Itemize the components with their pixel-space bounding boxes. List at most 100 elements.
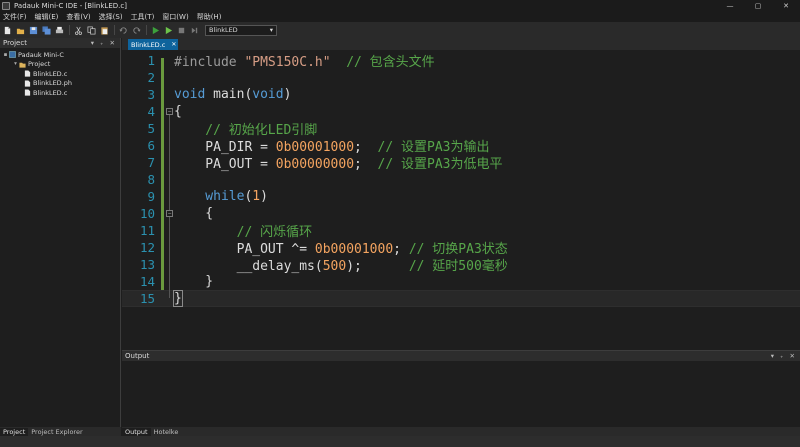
tab-hotelke[interactable]: Hotelke (151, 428, 182, 436)
code-token: ); (346, 259, 409, 274)
code-line[interactable]: 13 __delay_ms(500); // 延时500毫秒 (122, 256, 800, 274)
code-editor[interactable]: 1 #include "PMS150C.h" // 包含头文件 2 3 void mai… (122, 50, 800, 349)
menu-select[interactable]: 选择(S) (99, 12, 123, 22)
code-line[interactable]: 9 while(1) (122, 188, 800, 205)
output-panel: Output ▾ ₊ ✕ (122, 350, 800, 427)
tree-item-file[interactable]: BlinkLED.c (0, 69, 120, 79)
code-token: void (252, 87, 284, 102)
code-line[interactable]: 12 PA_OUT ^= 0b00001000; // 切换PA3状态 (122, 239, 800, 257)
menu-file[interactable]: 文件(F) (3, 12, 27, 22)
code-line[interactable]: 4{ (122, 103, 800, 120)
editor-tab-blinkled[interactable]: BlinkLED.c ✕ (128, 39, 178, 50)
undo-icon[interactable] (119, 26, 128, 35)
toolbar-separator (69, 25, 70, 35)
code-text: } (174, 274, 213, 289)
minimize-button[interactable]: — (716, 0, 744, 11)
code-line[interactable]: 1 #include "PMS150C.h" // 包含头文件 (122, 51, 800, 70)
panel-pin-close-icons[interactable]: ▾ ₊ ✕ (771, 352, 797, 360)
toolbar-separator (114, 25, 115, 35)
tab-project[interactable]: Project (0, 427, 29, 436)
tab-output[interactable]: Output (122, 427, 151, 436)
close-icon[interactable]: ✕ (171, 41, 176, 48)
run-icon[interactable] (164, 26, 173, 35)
project-panel-title: Project (3, 39, 27, 47)
output-panel-tabs: Output Hotelke (122, 427, 800, 436)
code-token: 0b00000000 (275, 157, 355, 172)
tree-item-label: BlinkLED.ph (33, 79, 72, 88)
window-title: Padauk Mini-C IDE - [BlinkLED.c] (14, 1, 127, 10)
fold-toggle-icon[interactable]: − (166, 210, 173, 217)
build-icon[interactable] (151, 26, 160, 35)
print-icon[interactable] (55, 26, 64, 35)
code-text: { (174, 206, 213, 221)
project-panel: Project ▾ ₊ ✕ ▪ Padauk Mini-C ▾ Project … (0, 38, 121, 427)
chevron-down-icon: ▾ (269, 26, 273, 34)
open-folder-icon[interactable] (16, 26, 25, 35)
code-token: ) (283, 87, 292, 102)
line-number: 9 (147, 189, 155, 204)
code-line[interactable]: 8 (122, 171, 800, 188)
code-text: #include "PMS150C.h" // 包含头文件 (174, 51, 435, 70)
code-token: ; (354, 157, 378, 172)
code-token: PA_OUT = (174, 157, 276, 172)
c-file-icon (24, 89, 31, 96)
code-token: } (174, 274, 214, 289)
maximize-button[interactable]: ▢ (744, 0, 772, 11)
fold-guide-line (169, 217, 170, 281)
code-token: "PMS150C.h" (244, 55, 331, 70)
code-line[interactable]: 15} (122, 290, 800, 307)
menu-edit[interactable]: 编辑(E) (35, 12, 59, 22)
output-panel-title: Output (125, 352, 150, 360)
line-number: 7 (147, 155, 155, 170)
code-token: ) (260, 189, 268, 204)
fold-toggle-icon[interactable]: − (166, 108, 173, 115)
step-icon[interactable] (190, 26, 199, 35)
line-number: 11 (139, 223, 155, 238)
menu-view[interactable]: 查看(V) (66, 12, 90, 22)
stop-icon[interactable] (177, 26, 186, 35)
line-number: 2 (147, 70, 155, 85)
code-line[interactable]: 6 PA_DIR = 0b00001000; // 设置PA3为输出 (122, 137, 800, 155)
tree-item-file[interactable]: BlinkLED.c (0, 88, 120, 98)
code-token: 1 (252, 189, 261, 204)
code-line[interactable]: 3 void main(void) (122, 86, 800, 103)
save-all-icon[interactable] (42, 25, 51, 35)
code-line[interactable]: 14 } (122, 273, 800, 290)
new-file-icon[interactable] (3, 26, 12, 35)
code-line[interactable]: 7 PA_OUT = 0b00000000; // 设置PA3为低电平 (122, 154, 800, 172)
window-controls: — ▢ ✕ (716, 0, 800, 11)
code-line[interactable]: 10 { (122, 205, 800, 222)
menu-help[interactable]: 帮助(H) (197, 12, 222, 22)
toolbar: BlinkLED ▾ (0, 22, 800, 38)
tree-item-label: BlinkLED.c (33, 88, 68, 97)
cut-icon[interactable] (74, 26, 83, 35)
menu-tools[interactable]: 工具(T) (131, 12, 155, 22)
save-icon[interactable] (29, 26, 38, 35)
menu-bar: 文件(F) 编辑(E) 查看(V) 选择(S) 工具(T) 窗口(W) 帮助(H… (0, 11, 800, 22)
code-line[interactable]: 11 // 闪烁循环 (122, 222, 800, 240)
build-target-select[interactable]: BlinkLED ▾ (205, 24, 277, 36)
line-number: 8 (147, 172, 155, 187)
tree-item-root[interactable]: ▪ Padauk Mini-C (0, 50, 120, 60)
code-line[interactable]: 2 (122, 69, 800, 86)
header-file-icon (24, 80, 31, 87)
redo-icon[interactable] (132, 26, 141, 35)
menu-window[interactable]: 窗口(W) (162, 12, 188, 22)
tab-project-explorer[interactable]: Project Explorer (28, 428, 85, 436)
panel-pin-close-icons[interactable]: ▾ ₊ ✕ (91, 39, 117, 47)
line-number: 15 (139, 291, 155, 306)
expander-icon[interactable]: ▪ (2, 52, 9, 58)
code-line[interactable]: 5 // 初始化LED引脚 (122, 120, 800, 138)
c-file-icon (24, 70, 31, 77)
project-tree: ▪ Padauk Mini-C ▾ Project BlinkLED.c Bli… (0, 48, 120, 98)
expander-icon[interactable]: ▾ (12, 61, 19, 67)
paste-icon[interactable] (100, 26, 109, 35)
tree-item-project[interactable]: ▾ Project (0, 60, 120, 70)
tree-item-file[interactable]: BlinkLED.ph (0, 79, 120, 89)
close-button[interactable]: ✕ (772, 0, 800, 11)
build-target-value: BlinkLED (209, 26, 238, 34)
copy-icon[interactable] (87, 26, 96, 35)
line-number: 10 (139, 206, 155, 221)
code-token: 500 (322, 259, 347, 274)
status-bar (0, 436, 800, 447)
